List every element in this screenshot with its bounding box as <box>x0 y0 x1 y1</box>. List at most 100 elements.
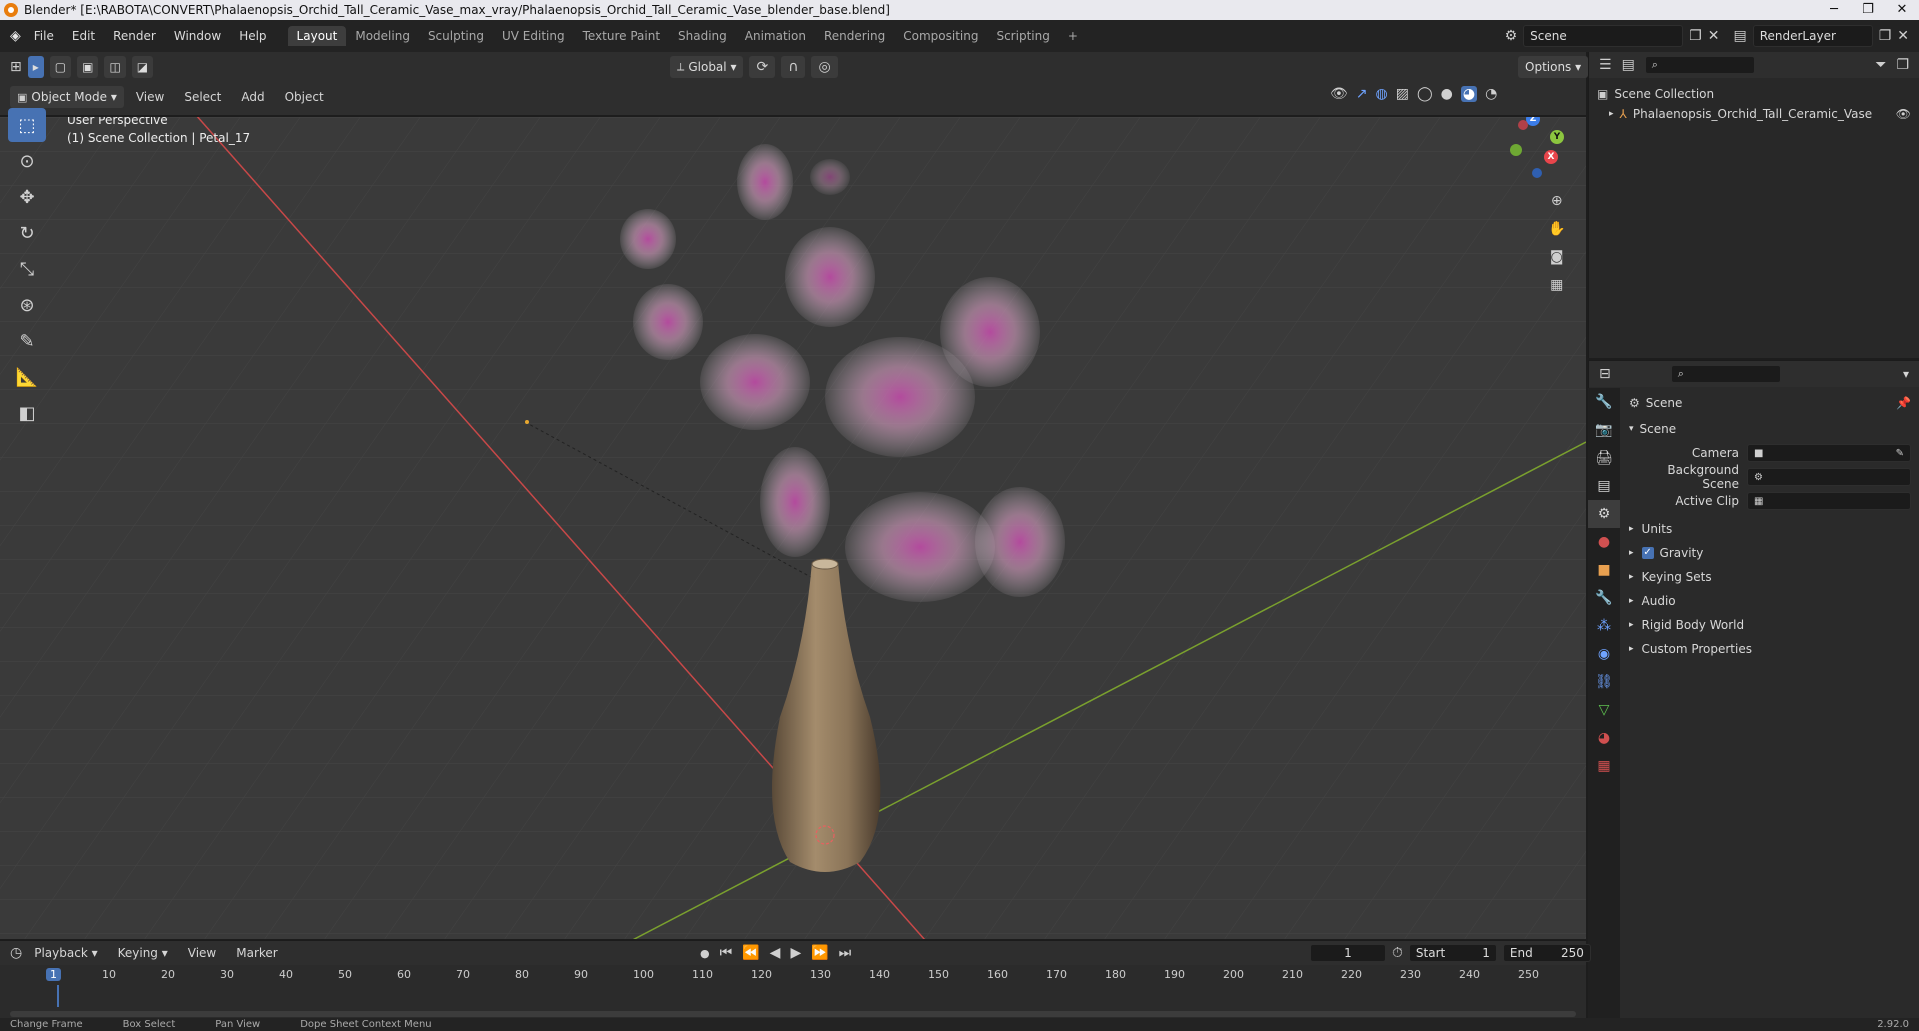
outliner-row-scene-collection[interactable]: ▣ Scene Collection <box>1597 84 1911 104</box>
select-mode-intersect-icon[interactable]: ◪ <box>131 56 154 78</box>
options-dropdown[interactable]: Options ▾ <box>1518 56 1589 78</box>
xray-icon[interactable]: ▨ <box>1396 86 1409 102</box>
marker-menu[interactable]: Marker <box>228 946 285 960</box>
constraints-tab-icon[interactable]: ⛓ <box>1588 668 1620 696</box>
measure-tool[interactable]: 📐 <box>8 360 46 394</box>
current-frame-field[interactable]: 1 <box>1310 944 1386 962</box>
object-tab-icon[interactable]: ■ <box>1588 556 1620 584</box>
section-gravity[interactable]: ▸ ✓ Gravity <box>1629 541 1911 565</box>
delete-scene-icon[interactable]: ✕ <box>1708 28 1720 44</box>
jump-start-icon[interactable]: ⏮ <box>720 945 733 961</box>
ortho-grid-icon[interactable]: ▦ <box>1548 277 1565 293</box>
object-menu[interactable]: Object <box>277 90 332 104</box>
move-tool[interactable]: ✥ <box>8 180 46 214</box>
start-frame-field[interactable]: Start 1 <box>1408 944 1497 962</box>
gizmo-neg-z-axis[interactable] <box>1532 168 1542 178</box>
material-shading-icon[interactable]: ◕ <box>1460 86 1478 102</box>
scale-tool[interactable]: ⤡ <box>8 252 46 286</box>
section-units[interactable]: ▸ Units <box>1629 517 1911 541</box>
timeline-editor-type-icon[interactable]: ◷ <box>10 945 22 961</box>
menu-window[interactable]: Window <box>165 29 230 43</box>
properties-options-chevron[interactable]: ▾ <box>1903 367 1909 381</box>
end-frame-field[interactable]: End 250 <box>1502 944 1591 962</box>
select-mode-extend-icon[interactable]: ▣ <box>77 56 99 78</box>
playhead-marker[interactable]: 1 <box>46 968 61 981</box>
keying-menu[interactable]: Keying ▾ <box>110 946 176 960</box>
tab-shading[interactable]: Shading <box>669 26 736 46</box>
active-clip-field[interactable]: ▦ <box>1747 492 1911 510</box>
add-workspace-button[interactable]: + <box>1059 26 1087 46</box>
menu-help[interactable]: Help <box>230 29 275 43</box>
scene-tab-icon[interactable]: ⚙ <box>1588 500 1620 528</box>
3d-viewport[interactable]: User Perspective (1) Scene Collection | … <box>0 117 1586 939</box>
proportional-edit-toggle[interactable]: ◎ <box>811 56 838 78</box>
particles-tab-icon[interactable]: ⁂ <box>1588 612 1620 640</box>
select-mode-subtract-icon[interactable]: ◫ <box>104 56 126 78</box>
tab-modeling[interactable]: Modeling <box>346 26 419 46</box>
filter-icon[interactable]: ⏷ <box>1875 57 1886 73</box>
view-layer-tab-icon[interactable]: ▤ <box>1588 472 1620 500</box>
material-tab-icon[interactable]: ◕ <box>1588 724 1620 752</box>
playback-menu[interactable]: Playback ▾ <box>26 946 105 960</box>
clock-icon[interactable]: ⏱ <box>1392 945 1403 961</box>
output-tab-icon[interactable]: 🖨 <box>1588 444 1620 472</box>
transform-orientation-dropdown[interactable]: ⟂ Global ▾ <box>670 56 744 78</box>
view-menu[interactable]: View <box>128 90 172 104</box>
tab-uv-editing[interactable]: UV Editing <box>493 26 574 46</box>
gravity-checkbox[interactable]: ✓ <box>1641 547 1654 559</box>
record-icon[interactable]: ● <box>700 947 710 960</box>
section-custom-properties[interactable]: ▸ Custom Properties <box>1629 637 1911 661</box>
menu-file[interactable]: File <box>25 29 63 43</box>
outliner-search[interactable]: ⌕ <box>1644 56 1755 74</box>
select-menu[interactable]: Select <box>176 90 229 104</box>
gizmo-neg-x-axis[interactable] <box>1518 120 1528 130</box>
properties-search[interactable]: ⌕ <box>1670 365 1781 383</box>
gizmo-y-axis[interactable]: Y <box>1550 130 1564 144</box>
timeline-scrollbar[interactable] <box>10 1011 1576 1017</box>
view-layer-selector[interactable]: RenderLayer <box>1752 25 1873 47</box>
mode-dropdown[interactable]: ▣ Object Mode ▾ <box>10 86 124 108</box>
new-view-layer-icon[interactable]: ❐ <box>1879 28 1892 44</box>
zoom-icon[interactable]: ⊕ <box>1548 193 1565 209</box>
transform-tool[interactable]: ⊛ <box>8 288 46 322</box>
add-cube-tool[interactable]: ◧ <box>8 396 46 430</box>
physics-tab-icon[interactable]: ◉ <box>1588 640 1620 668</box>
tab-sculpting[interactable]: Sculpting <box>419 26 493 46</box>
rotate-tool[interactable]: ↻ <box>8 216 46 250</box>
scene-selector[interactable]: Scene <box>1523 25 1684 47</box>
properties-editor-type-icon[interactable]: ⊟ <box>1599 366 1611 382</box>
minimize-button[interactable]: ─ <box>1817 0 1851 20</box>
close-button[interactable]: ✕ <box>1885 0 1919 20</box>
world-tab-icon[interactable]: ● <box>1588 528 1620 556</box>
texture-tab-icon[interactable]: ▦ <box>1588 752 1620 780</box>
tab-rendering[interactable]: Rendering <box>815 26 894 46</box>
eye-visibility-icon[interactable]: 👁 <box>1896 104 1911 124</box>
jump-end-icon[interactable]: ⏭ <box>839 945 852 961</box>
annotate-tool[interactable]: ✎ <box>8 324 46 358</box>
tab-scripting[interactable]: Scripting <box>987 26 1058 46</box>
tab-layout[interactable]: Layout <box>287 26 347 46</box>
tab-texture-paint[interactable]: Texture Paint <box>574 26 669 46</box>
data-tab-icon[interactable]: ▽ <box>1588 696 1620 724</box>
render-tab-icon[interactable]: 📷 <box>1588 416 1620 444</box>
camera-view-icon[interactable]: ◙ <box>1548 249 1565 265</box>
new-collection-icon[interactable]: ❐ <box>1896 57 1909 73</box>
pivot-point-dropdown[interactable]: ⟳ <box>749 56 776 78</box>
play-icon[interactable]: ▶ <box>790 945 801 961</box>
expand-arrow-icon[interactable]: ▸ <box>1609 104 1614 124</box>
play-reverse-icon[interactable]: ◀ <box>770 945 781 961</box>
new-scene-icon[interactable]: ❐ <box>1689 28 1702 44</box>
menu-render[interactable]: Render <box>104 29 165 43</box>
timeline-view-menu[interactable]: View <box>180 946 224 960</box>
display-mode-icon[interactable]: ▤ <box>1622 57 1635 73</box>
background-scene-field[interactable]: ⚙ <box>1747 468 1911 486</box>
rendered-shading-icon[interactable]: ◔ <box>1485 86 1497 102</box>
gizmo-x-axis[interactable]: X <box>1544 150 1558 164</box>
section-rigid-body-world[interactable]: ▸ Rigid Body World <box>1629 613 1911 637</box>
editor-type-icon[interactable]: ⊞ <box>10 59 22 75</box>
camera-field[interactable]: ■ ✎ <box>1747 444 1911 462</box>
overlays-icon[interactable]: ◍ <box>1376 86 1388 102</box>
tab-animation[interactable]: Animation <box>736 26 815 46</box>
navigation-gizmo[interactable]: Z Y X <box>1498 117 1578 192</box>
modifier-tab-icon[interactable]: 🔧 <box>1588 584 1620 612</box>
